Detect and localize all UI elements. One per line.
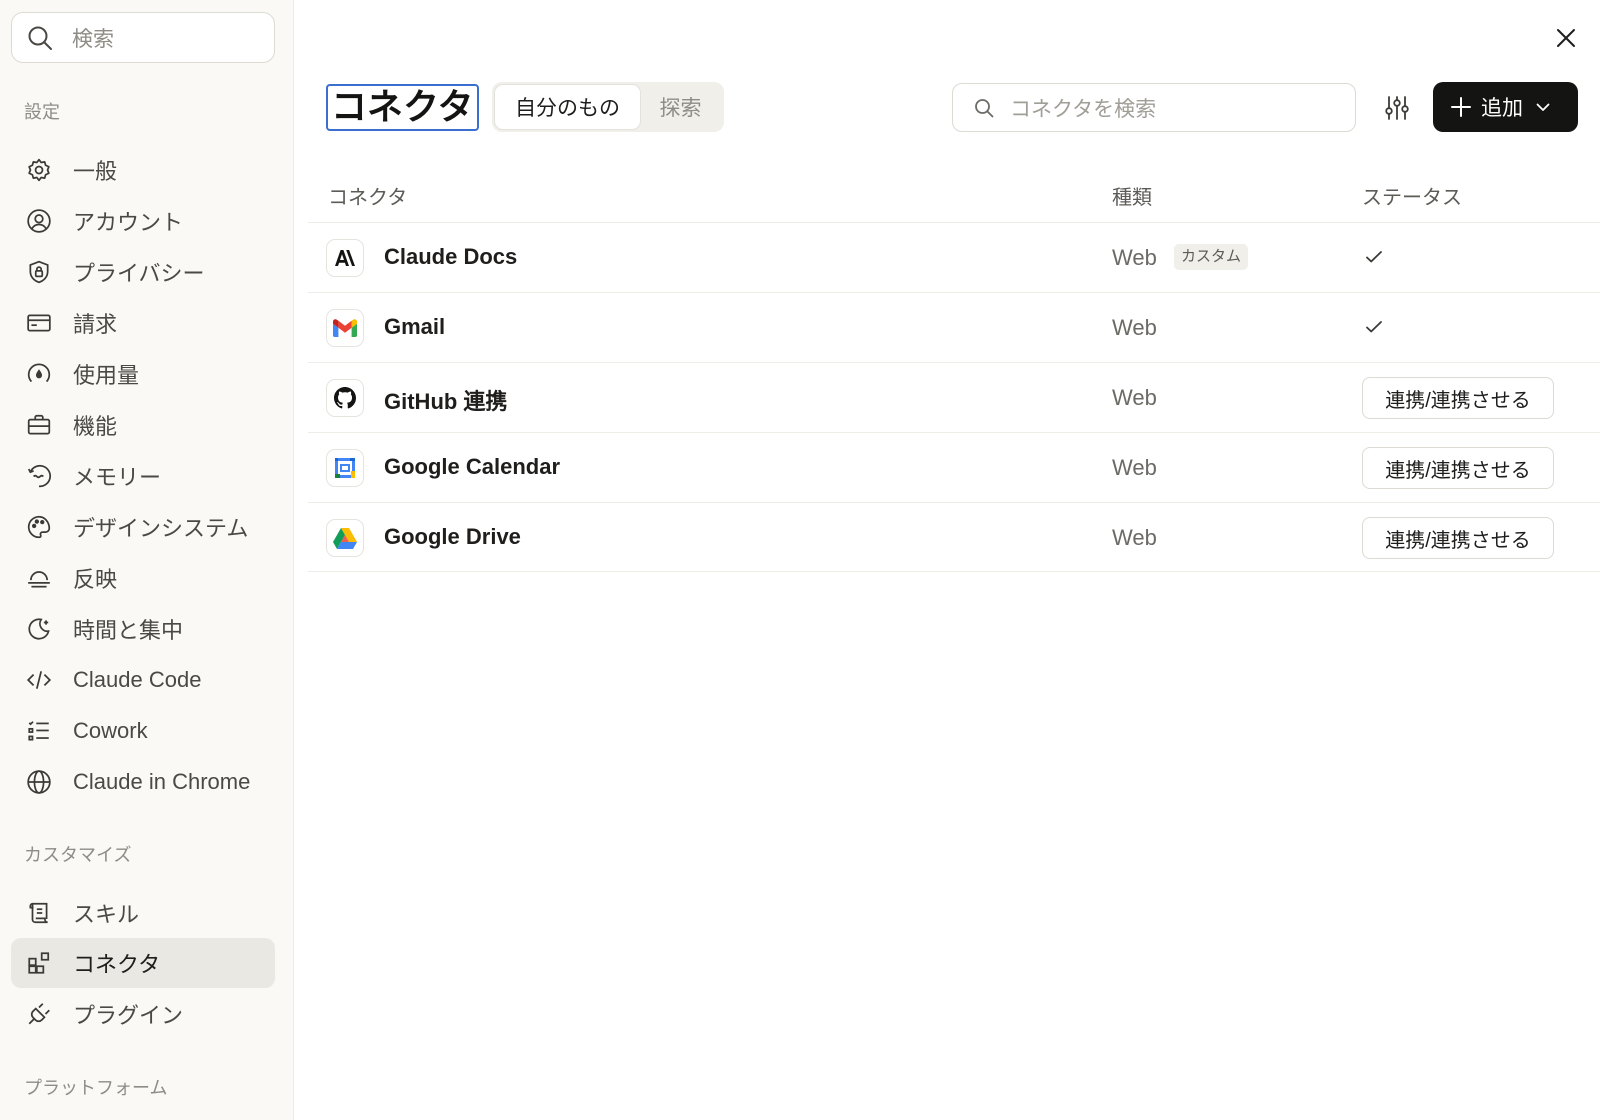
palette-icon <box>24 512 54 542</box>
sidebar-item-label: スキル <box>73 902 140 927</box>
sidebar-item-plugins[interactable]: プラグイン <box>11 989 275 1039</box>
sidebar-item-general[interactable]: 一般 <box>11 145 275 195</box>
account-icon <box>24 206 54 236</box>
sidebar-item-memory[interactable]: メモリー <box>11 451 275 501</box>
sidebar-item-privacy[interactable]: プライバシー <box>11 247 275 297</box>
sidebar-item-label: Claude Code <box>73 667 202 692</box>
sidebar-item-account[interactable]: アカウント <box>11 196 275 246</box>
connector-search-placeholder: コネクタを検索 <box>1010 97 1157 121</box>
sidebar-item-reflection[interactable]: 反映 <box>11 553 275 603</box>
add-button[interactable]: 追加 <box>1433 82 1578 132</box>
check-icon <box>1362 315 1386 339</box>
tab-explore[interactable]: 探索 <box>640 85 721 129</box>
check-icon <box>1362 245 1386 269</box>
connector-type: Web <box>1112 525 1157 550</box>
memory-icon <box>24 461 54 491</box>
sidebar-item-label: 一般 <box>73 159 118 184</box>
sidebar-item-label: 時間と集中 <box>73 618 184 643</box>
connector-name: Google Calendar <box>384 454 561 479</box>
connector-name: GitHub 連携 <box>384 389 508 414</box>
chevron-down-icon <box>1535 99 1551 115</box>
sliders-icon <box>1385 96 1409 120</box>
sidebar-item-label: 反映 <box>73 567 118 592</box>
sidebar-item-time-focus[interactable]: 時間と集中 <box>11 604 275 654</box>
list-icon <box>24 716 54 746</box>
section-label-customize: カスタマイズ <box>24 845 132 865</box>
sidebar-item-features[interactable]: 機能 <box>11 400 275 450</box>
shield-icon <box>24 257 54 287</box>
connector-search-input[interactable]: コネクタを検索 <box>952 83 1356 132</box>
globe-icon <box>24 767 54 797</box>
anthropic-logo-icon <box>326 239 364 277</box>
sidebar-item-billing[interactable]: 請求 <box>11 298 275 348</box>
google-drive-logo-icon <box>326 519 364 557</box>
close-icon <box>1557 29 1575 47</box>
connector-type: Web <box>1112 455 1157 480</box>
sidebar-item-connectors[interactable]: コネクタ <box>11 938 275 988</box>
sidebar-item-label: プライバシー <box>73 261 205 286</box>
reflection-icon <box>24 563 54 593</box>
tab-mine[interactable]: 自分のもの <box>495 85 641 129</box>
connector-type: Web <box>1112 385 1157 410</box>
moon-icon <box>24 614 54 644</box>
table-row[interactable]: GitHub 連携 Web 連携/連携させる <box>308 362 1600 432</box>
connect-button[interactable]: 連携/連携させる <box>1362 517 1554 559</box>
code-icon <box>24 665 54 695</box>
github-logo-icon <box>326 379 364 417</box>
google-calendar-logo-icon <box>326 449 364 487</box>
connect-button[interactable]: 連携/連携させる <box>1362 447 1554 489</box>
sidebar-item-label: Cowork <box>73 718 148 743</box>
sidebar-item-label: プラグイン <box>73 1003 184 1028</box>
column-header-connector: コネクタ <box>328 187 408 209</box>
page-title: コネクタ <box>326 84 479 131</box>
sidebar-item-skills[interactable]: スキル <box>11 888 275 938</box>
card-icon <box>24 308 54 338</box>
plus-icon <box>1450 96 1472 118</box>
sidebar-item-label: アカウント <box>73 210 184 235</box>
sidebar-item-label: メモリー <box>73 465 162 490</box>
connect-button[interactable]: 連携/連携させる <box>1362 377 1554 419</box>
close-button[interactable] <box>1550 22 1582 54</box>
sidebar-item-label: コネクタ <box>73 952 161 977</box>
search-icon <box>972 96 996 120</box>
sidebar-item-label: 使用量 <box>73 363 140 388</box>
table-row[interactable]: Google Drive Web 連携/連携させる <box>308 502 1600 572</box>
filter-button[interactable] <box>1379 90 1415 126</box>
connector-type: Web <box>1112 315 1157 340</box>
connector-icon <box>24 948 54 978</box>
sidebar-item-label: 機能 <box>73 414 118 439</box>
gmail-logo-icon <box>326 309 364 347</box>
table-row[interactable]: Google Calendar Web 連携/連携させる <box>308 432 1600 502</box>
settings-sidebar: 検索 設定 一般 アカウント プライバシー 請求 使用量 機能 メモリー デザイ… <box>0 0 294 1120</box>
connector-name: Gmail <box>384 314 446 339</box>
sidebar-search-input[interactable]: 検索 <box>11 12 275 63</box>
custom-badge: カスタム <box>1174 244 1249 270</box>
scroll-icon <box>24 898 54 928</box>
sidebar-item-usage[interactable]: 使用量 <box>11 349 275 399</box>
sidebar-item-cowork[interactable]: Cowork <box>11 706 275 756</box>
section-label-platform: プラットフォーム <box>24 1078 168 1098</box>
connector-name: Claude Docs <box>384 244 518 269</box>
sidebar-search-placeholder: 検索 <box>72 27 114 51</box>
sidebar-item-label: デザインシステム <box>73 516 249 541</box>
gauge-icon <box>24 359 54 389</box>
column-header-type: 種類 <box>1112 187 1152 209</box>
sidebar-item-claude-in-chrome[interactable]: Claude in Chrome <box>11 757 275 807</box>
table-row[interactable]: Gmail Web <box>308 292 1600 362</box>
section-label-settings: 設定 <box>24 102 60 122</box>
briefcase-icon <box>24 410 54 440</box>
connector-name: Google Drive <box>384 524 521 549</box>
view-toggle: 自分のもの 探索 <box>492 82 724 132</box>
column-header-status: ステータス <box>1362 187 1462 209</box>
gear-icon <box>24 155 54 185</box>
search-icon <box>25 23 55 53</box>
table-row[interactable]: Claude Docs Web カスタム <box>308 222 1600 292</box>
sidebar-item-label: Claude in Chrome <box>73 769 251 794</box>
sidebar-item-label: 請求 <box>73 312 118 337</box>
connector-type: Web <box>1112 245 1157 270</box>
add-button-label: 追加 <box>1481 97 1523 120</box>
plug-icon <box>24 999 54 1029</box>
sidebar-item-design-system[interactable]: デザインシステム <box>11 502 275 552</box>
sidebar-item-claude-code[interactable]: Claude Code <box>11 655 275 705</box>
